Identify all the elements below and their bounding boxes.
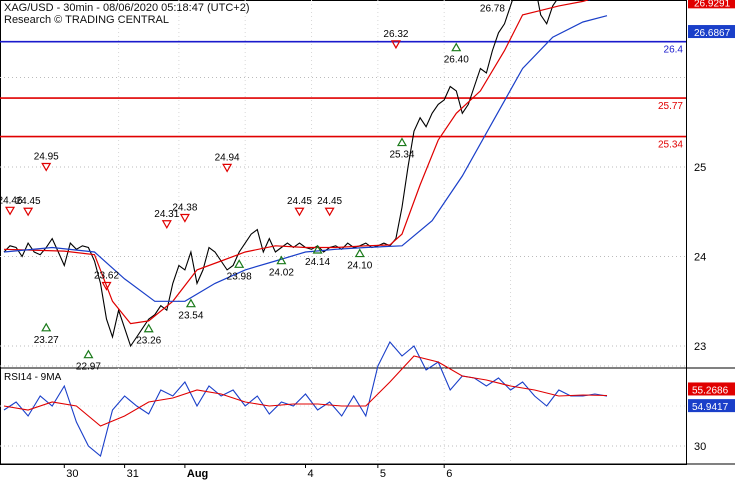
- annotation-label: 23.27: [34, 335, 59, 346]
- rsi-series-line-0: [3, 341, 608, 457]
- annotation-label: 25.34: [389, 150, 414, 161]
- annotation-label: 24.38: [172, 202, 197, 213]
- sell-triangle-icon: [161, 220, 172, 229]
- annotation-label: 24.94: [215, 152, 240, 163]
- buy-triangle-icon: [143, 323, 154, 333]
- annotation-label: 23.54: [178, 311, 203, 322]
- annotation-label: 26.40: [444, 55, 469, 66]
- sell-triangle-icon: [23, 207, 34, 217]
- annotation-label: 24.95: [34, 151, 59, 162]
- sell-triangle-icon: [222, 163, 233, 173]
- sell-triangle-icon: [324, 207, 335, 217]
- x-tick-label: Aug: [187, 468, 208, 480]
- sell-triangle-icon: [179, 213, 190, 223]
- buy-triangle-icon: [185, 298, 196, 308]
- x-tick-label: 6: [446, 468, 452, 480]
- annotation-label: 23.62: [94, 271, 119, 282]
- annotation-label: 24.45: [16, 196, 41, 207]
- x-tick-label: 31: [127, 468, 139, 480]
- annotation-label: 24.45: [287, 196, 312, 207]
- rsi-title: RSI14 - 9MA: [4, 372, 62, 383]
- annotation-label: 24.10: [347, 261, 372, 272]
- buy-triangle-icon: [234, 259, 245, 268]
- buy-triangle-icon: [83, 349, 94, 359]
- buy-triangle-icon: [396, 137, 408, 147]
- x-tick-label: 30: [66, 468, 78, 480]
- level-label: 25.34: [658, 140, 683, 151]
- annotation-label: 22.97: [76, 362, 101, 373]
- rsi-tag-label: 54.9417: [692, 402, 729, 413]
- annotation-label: 23.98: [227, 271, 252, 282]
- series-line-0: [3, 0, 558, 348]
- annotation-label: 24.14: [305, 257, 330, 268]
- level-label: 26.4: [664, 45, 684, 56]
- price-tag-label: 26.6867: [694, 28, 731, 39]
- sell-triangle-icon: [4, 206, 16, 216]
- annotation-label: 26.32: [383, 29, 408, 40]
- y-tick-label: 25: [694, 162, 706, 174]
- annotation-label: 24.02: [269, 268, 294, 279]
- x-tick-label: 5: [380, 468, 386, 480]
- y-tick-label: 24: [694, 252, 706, 264]
- level-label: 25.77: [658, 101, 683, 112]
- price-tag-label: 26.9291: [694, 0, 731, 9]
- rsi-tag-label: 55.2686: [692, 385, 729, 396]
- rsi-y-tick-label: 30: [694, 441, 706, 453]
- y-tick-label: 23: [694, 341, 706, 353]
- annotation-label: 24.45: [317, 196, 342, 207]
- buy-triangle-icon: [354, 248, 365, 258]
- buy-triangle-icon: [41, 322, 52, 332]
- annotation-label: 23.26: [136, 336, 161, 347]
- buy-triangle-icon: [451, 42, 462, 52]
- x-tick-label: 4: [308, 468, 314, 480]
- sell-triangle-icon: [41, 162, 52, 172]
- price-chart[interactable]: 27.627.226.425.7725.3425242324.4624.4524…: [0, 0, 735, 480]
- sell-triangle-icon: [294, 207, 305, 217]
- annotation-label: 26.78: [480, 4, 505, 15]
